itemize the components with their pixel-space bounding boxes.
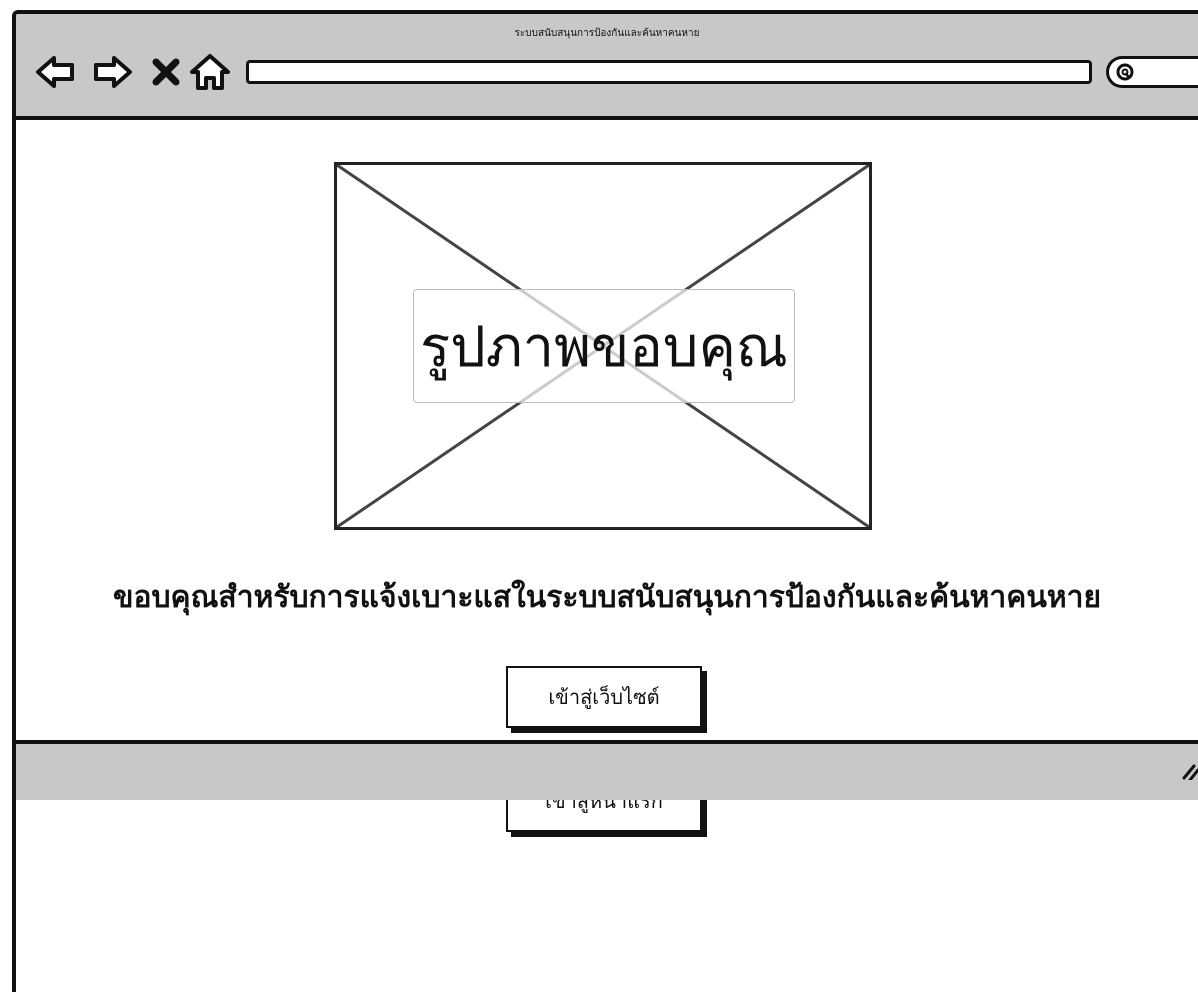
window-title: ระบบสนับสนุนการป้องกันและค้นหาคนหาย (514, 28, 700, 39)
thank-you-message: ขอบคุณสำหรับการแจ้งเบาะแสในระบบสนับสนุนก… (112, 580, 1102, 615)
forward-arrow-icon[interactable] (90, 50, 134, 94)
close-icon[interactable] (144, 50, 188, 94)
image-caption: รูปภาพขอบคุณ (420, 314, 788, 380)
search-icon (1116, 63, 1134, 81)
home-icon[interactable] (188, 50, 232, 94)
back-arrow-icon[interactable] (34, 50, 78, 94)
thank-you-image: รูปภาพขอบคุณ (334, 162, 872, 530)
resize-grip-icon[interactable] (1180, 758, 1198, 780)
browser-toolbar: ระบบสนับสนุนการป้องกันและค้นหาคนหาย (16, 14, 1198, 120)
browser-window: ระบบสนับสนุนการป้องกันและค้นหาคนหาย รูปภ… (12, 10, 1198, 992)
image-caption-box: รูปภาพขอบคุณ (413, 289, 795, 403)
address-bar[interactable] (246, 60, 1092, 84)
status-bar (16, 740, 1198, 800)
go-to-website-button[interactable]: เข้าสู่เว็บไซต์ (506, 666, 702, 728)
search-box[interactable] (1106, 56, 1198, 88)
